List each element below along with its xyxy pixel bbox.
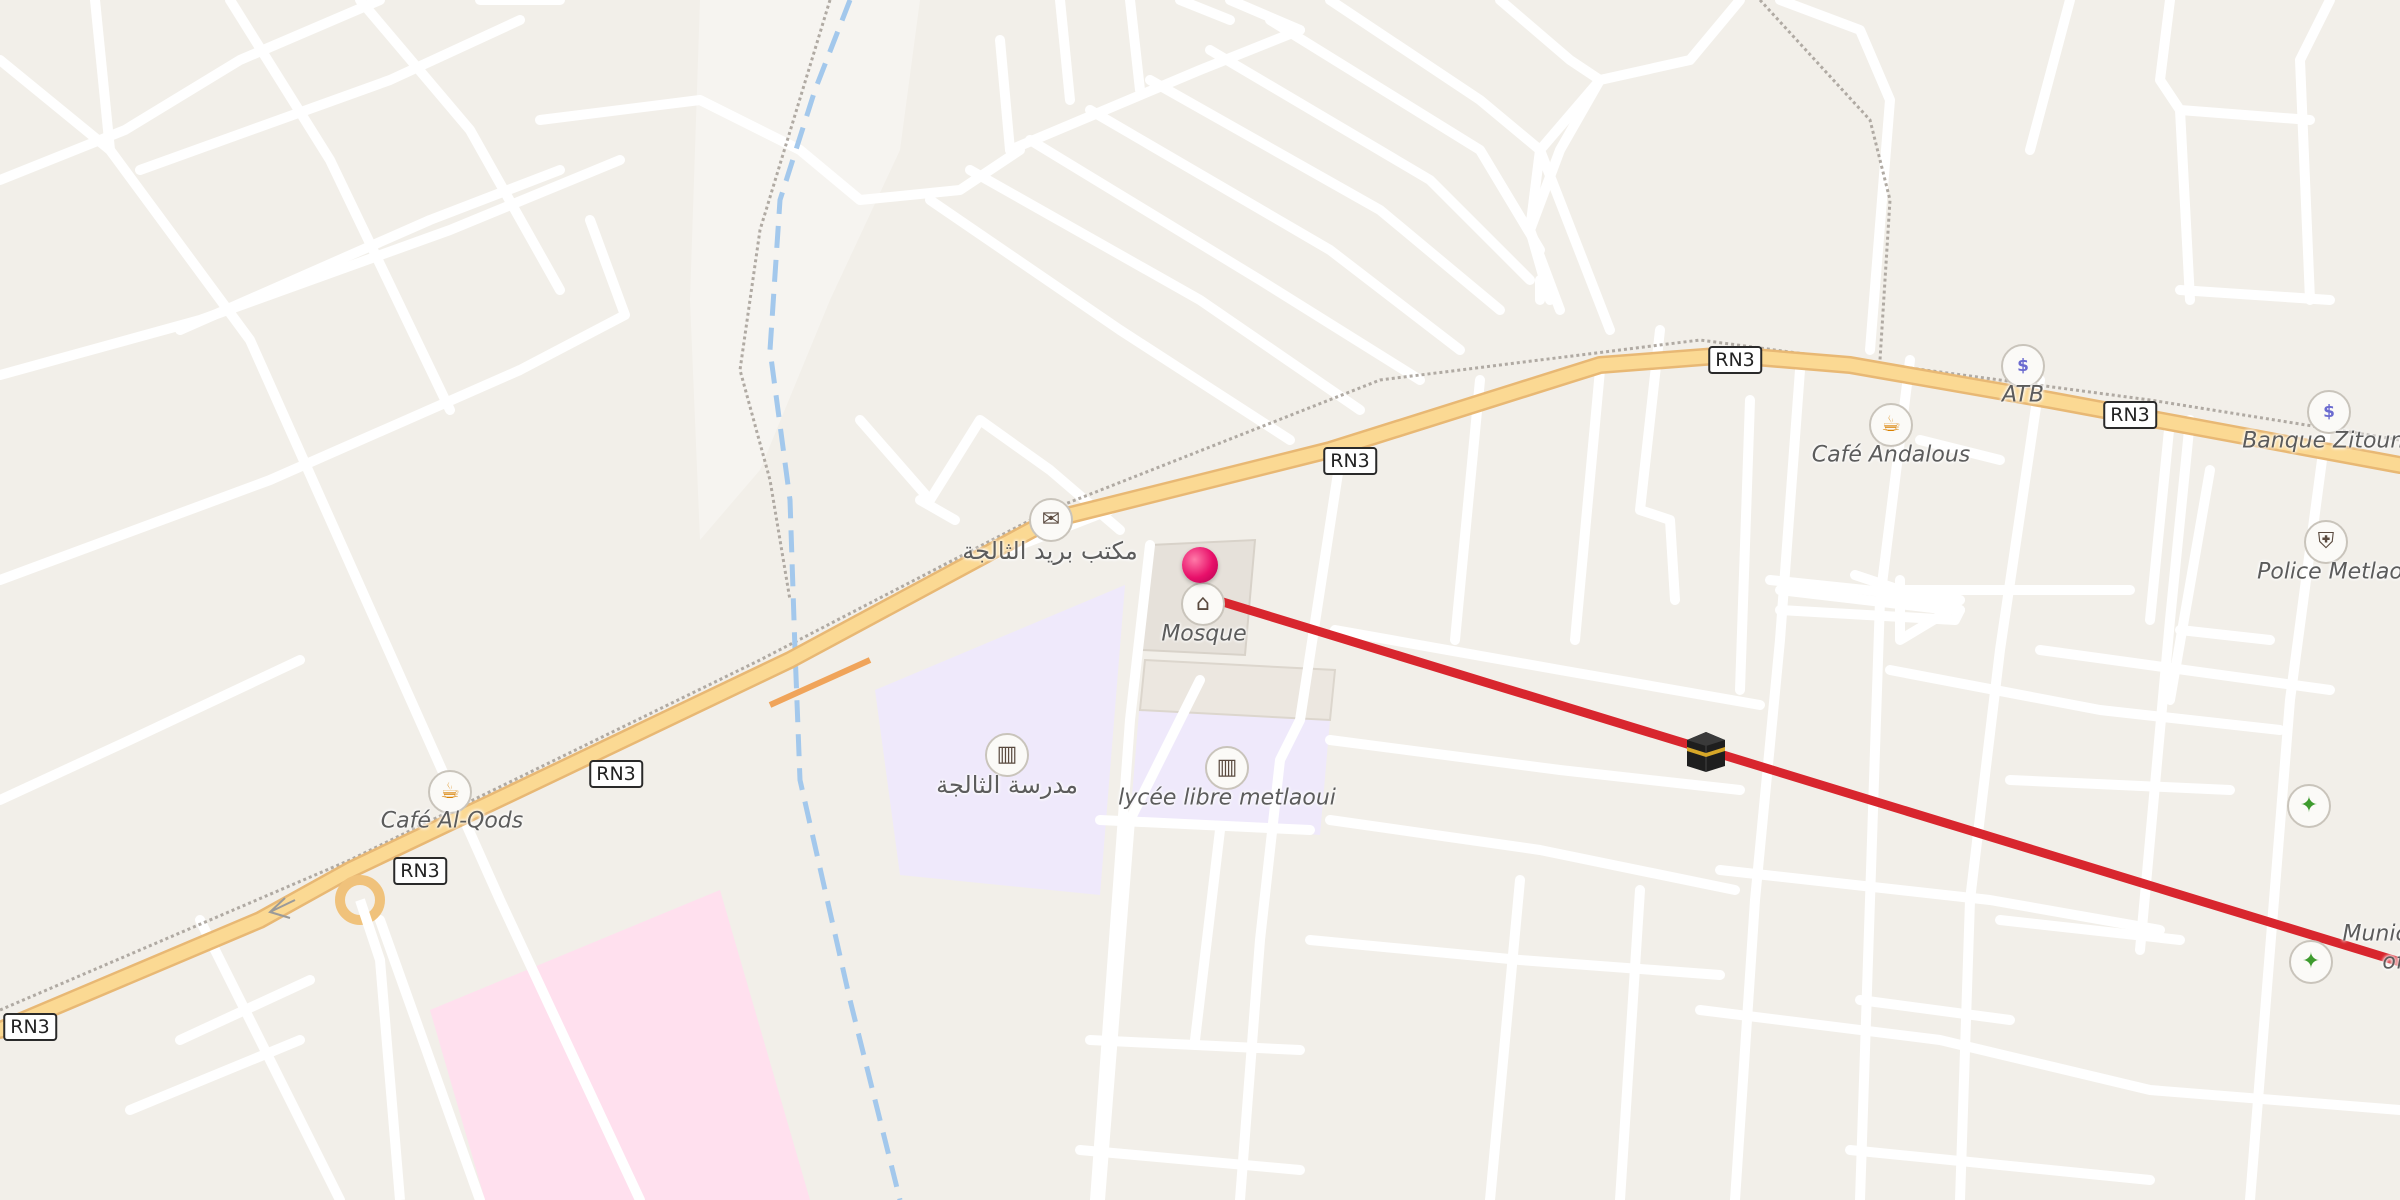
cafe-andalous-label: Café Andalous bbox=[1811, 442, 1971, 468]
bank-icon[interactable]: $ bbox=[2307, 390, 2351, 434]
cafe-icon[interactable]: ☕ bbox=[1869, 403, 1913, 447]
mosque-label: Mosque bbox=[1161, 621, 1247, 647]
map-canvas[interactable]: RN3 RN3 RN3 RN3 RN3 RN3 ✉ مكتب بريد الثا… bbox=[0, 0, 2400, 1200]
kaaba-qibla-icon bbox=[1683, 728, 1729, 774]
road-shield-rn3: RN3 bbox=[3, 1013, 57, 1041]
municipal-label: Munic bbox=[2342, 921, 2400, 947]
road-shield-rn3: RN3 bbox=[2103, 401, 2157, 429]
sport-icon[interactable]: ✦ bbox=[2287, 784, 2331, 828]
school-icon[interactable]: ▥ bbox=[1205, 746, 1249, 790]
envelope-icon[interactable]: ✉ bbox=[1029, 498, 1073, 542]
place-of-worship-icon[interactable]: ⌂ bbox=[1181, 582, 1225, 626]
bank-icon[interactable]: $ bbox=[2001, 344, 2045, 388]
lycee-label: lycée libre metlaoui bbox=[1118, 785, 1336, 811]
atb-label: ATB bbox=[2002, 382, 2044, 408]
banque-zitouna-label: Banque Zitouna bbox=[2242, 428, 2400, 454]
cafe-al-qods-label: Café Al-Qods bbox=[380, 808, 524, 834]
road-shield-rn3: RN3 bbox=[1323, 447, 1377, 475]
location-pin-icon[interactable] bbox=[1182, 547, 1218, 583]
cafe-icon[interactable]: ☕ bbox=[428, 770, 472, 814]
police-icon[interactable]: ⛨ bbox=[2304, 520, 2348, 564]
police-label: Police Metlaoui bbox=[2257, 559, 2400, 585]
post-office-label: مكتب بريد الثالجة bbox=[962, 537, 1138, 565]
municipal-label-line2: of bbox=[2382, 949, 2400, 975]
sport-icon[interactable]: ✦ bbox=[2289, 940, 2333, 984]
road-shield-rn3: RN3 bbox=[589, 760, 643, 788]
road-shield-rn3: RN3 bbox=[393, 857, 447, 885]
school-ar-label: مدرسة الثالجة bbox=[936, 771, 1078, 799]
road-shield-rn3: RN3 bbox=[1708, 346, 1762, 374]
qibla-direction-line bbox=[1195, 590, 2400, 967]
